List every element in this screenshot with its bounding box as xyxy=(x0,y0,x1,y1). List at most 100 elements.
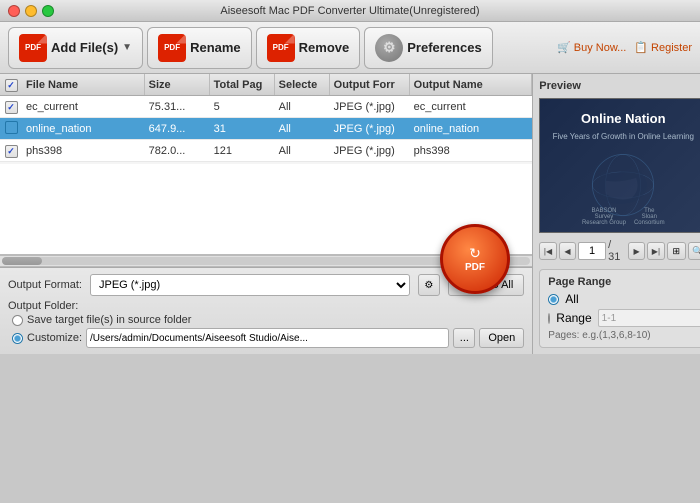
cell-filename: ec_current xyxy=(22,101,145,113)
range-label: Range xyxy=(556,311,591,325)
row-checkbox[interactable] xyxy=(5,101,18,114)
buy-now-link[interactable]: 🛒 Buy Now... xyxy=(557,41,626,54)
save-source-radio[interactable] xyxy=(12,315,23,326)
all-radio[interactable] xyxy=(548,294,559,305)
rename-label: Rename xyxy=(190,40,241,55)
browse-button[interactable]: ... xyxy=(453,328,475,348)
title-bar: Aiseesoft Mac PDF Converter Ultimate(Unr… xyxy=(0,0,700,22)
prev-page-button[interactable]: ◀ xyxy=(559,242,576,260)
cell-format: JPEG (*.jpg) xyxy=(330,123,410,135)
zoom-button[interactable]: 🔍 xyxy=(688,242,700,260)
window-controls xyxy=(8,5,54,17)
page-range-title: Page Range xyxy=(548,276,698,288)
first-page-button[interactable]: |◀ xyxy=(539,242,556,260)
convert-arrows-icon: ↻ xyxy=(469,246,481,260)
minimize-button[interactable] xyxy=(25,5,37,17)
last-page-button[interactable]: ▶| xyxy=(647,242,664,260)
cell-filename: phs398 xyxy=(22,145,145,157)
open-button[interactable]: Open xyxy=(479,328,524,348)
cell-output: ec_current xyxy=(410,101,533,113)
remove-button[interactable]: PDF Remove xyxy=(256,27,361,69)
convert-button[interactable]: ↻ PDF xyxy=(440,224,510,294)
cell-size: 75.31... xyxy=(145,101,210,113)
preview-book: Online Nation Five Years of Growth in On… xyxy=(540,99,700,232)
cell-filename: online_nation xyxy=(22,123,145,135)
cell-output: phs398 xyxy=(410,145,533,157)
table-row[interactable]: phs398 782.0... 121 All JPEG (*.jpg) phs… xyxy=(0,140,532,162)
table-header: File Name Size Total Pag Selecte Output … xyxy=(0,74,532,96)
page-total: / 31 xyxy=(608,239,626,263)
preview-book-title: Online Nation xyxy=(581,111,666,128)
preview-logo-text: BABSONSurveyResearch Group xyxy=(582,208,626,226)
add-files-label: Add File(s) xyxy=(51,40,118,55)
add-files-icon: PDF xyxy=(19,34,47,62)
add-files-button[interactable]: PDF Add File(s) ▼ xyxy=(8,27,143,69)
output-format-select[interactable]: JPEG (*.jpg) xyxy=(90,274,410,296)
customize-label: Customize: xyxy=(27,332,82,344)
page-range-section: Page Range All Range Pages: e.g.(1,3,6,8… xyxy=(539,269,700,348)
remove-icon: PDF xyxy=(267,34,295,62)
right-panel: Preview Online Nation Five Years of Grow… xyxy=(533,74,700,354)
all-range-row: All xyxy=(548,292,698,306)
preview-area: Online Nation Five Years of Growth in On… xyxy=(539,98,700,233)
cell-selected: All xyxy=(275,145,330,157)
row-checkbox[interactable] xyxy=(5,121,18,134)
row-checkbox[interactable] xyxy=(5,145,18,158)
cell-size: 782.0... xyxy=(145,145,210,157)
convert-pdf-label: PDF xyxy=(465,262,485,273)
cell-output: online_nation xyxy=(410,123,533,135)
col-header-output: Output Name xyxy=(410,74,533,95)
preferences-button[interactable]: ⚙ Preferences xyxy=(364,27,492,69)
folder-row: Output Folder: xyxy=(8,300,524,312)
cell-size: 647.9... xyxy=(145,123,210,135)
col-header-format: Output Forr xyxy=(330,74,410,95)
cell-pages: 5 xyxy=(210,101,275,113)
save-source-row: Save target file(s) in source folder xyxy=(8,314,524,326)
preferences-label: Preferences xyxy=(407,40,481,55)
toolbar: PDF Add File(s) ▼ PDF Rename PDF Remove … xyxy=(0,22,700,74)
table-row[interactable]: ec_current 75.31... 5 All JPEG (*.jpg) e… xyxy=(0,96,532,118)
rename-icon: PDF xyxy=(158,34,186,62)
customize-row: Customize: ... Open xyxy=(8,328,524,348)
remove-label: Remove xyxy=(299,40,350,55)
save-source-label: Save target file(s) in source folder xyxy=(27,314,191,326)
output-format-label: Output Format: xyxy=(8,279,82,291)
preview-book-subtitle: Five Years of Growth in Online Learning xyxy=(553,132,694,142)
cell-pages: 31 xyxy=(210,123,275,135)
file-table: File Name Size Total Pag Selecte Output … xyxy=(0,74,532,164)
col-header-filename: File Name xyxy=(22,74,145,95)
col-header-pages: Total Pag xyxy=(210,74,275,95)
customize-path-input[interactable] xyxy=(86,328,449,348)
all-label: All xyxy=(565,292,578,306)
pages-hint: Pages: e.g.(1,3,6,8-10) xyxy=(548,330,698,341)
customize-radio[interactable] xyxy=(12,333,23,344)
table-row[interactable]: online_nation 647.9... 31 All JPEG (*.jp… xyxy=(0,118,532,140)
scroll-thumb[interactable] xyxy=(2,257,42,265)
range-row: Range xyxy=(548,309,698,327)
range-radio[interactable] xyxy=(548,313,550,324)
add-files-arrow: ▼ xyxy=(122,42,132,53)
format-settings-button[interactable]: ⚙ xyxy=(418,274,440,296)
app-title: Aiseesoft Mac PDF Converter Ultimate(Unr… xyxy=(220,5,479,17)
col-header-size: Size xyxy=(145,74,210,95)
cell-format: JPEG (*.jpg) xyxy=(330,145,410,157)
left-panel: File Name Size Total Pag Selecte Output … xyxy=(0,74,533,354)
header-checkbox[interactable] xyxy=(5,79,18,92)
cell-pages: 121 xyxy=(210,145,275,157)
maximize-button[interactable] xyxy=(42,5,54,17)
nav-controls: |◀ ◀ / 31 ▶ ▶| ⊞ 🔍 xyxy=(539,239,700,263)
fit-page-button[interactable]: ⊞ xyxy=(667,242,686,260)
table-body: ec_current 75.31... 5 All JPEG (*.jpg) e… xyxy=(0,96,532,164)
close-button[interactable] xyxy=(8,5,20,17)
output-folder-label: Output Folder: xyxy=(8,300,78,312)
convert-button-area: ↻ PDF xyxy=(440,224,510,294)
range-input[interactable] xyxy=(598,309,700,327)
toolbar-right: 🛒 Buy Now... 📋 Register xyxy=(557,41,692,54)
preview-label: Preview xyxy=(539,80,700,92)
rename-button[interactable]: PDF Rename xyxy=(147,27,252,69)
page-number-input[interactable] xyxy=(578,242,606,260)
preview-footer: BABSONSurveyResearch Group TheSloanConso… xyxy=(582,208,665,226)
next-page-button[interactable]: ▶ xyxy=(628,242,645,260)
cell-format: JPEG (*.jpg) xyxy=(330,101,410,113)
register-link[interactable]: 📋 Register xyxy=(634,41,692,54)
